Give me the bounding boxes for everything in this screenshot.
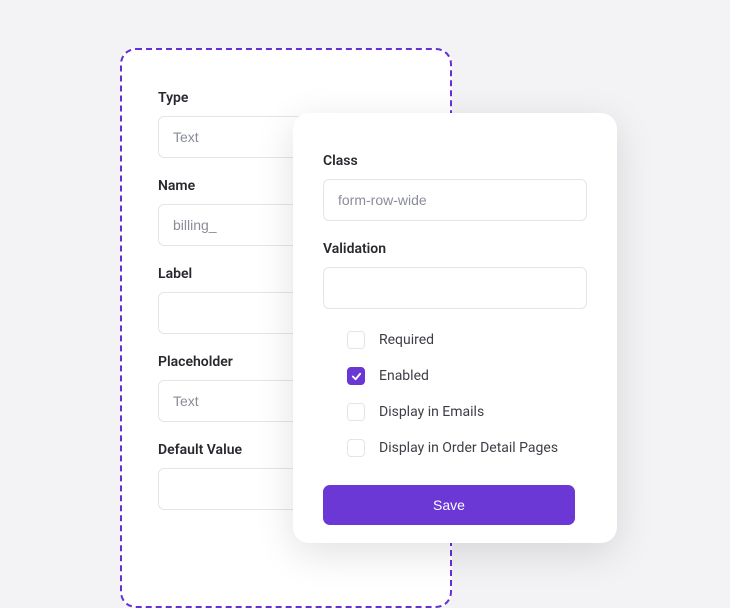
class-label: Class: [323, 153, 587, 169]
required-checkbox-row: Required: [347, 331, 587, 349]
enabled-checkbox-row: Enabled: [347, 367, 587, 385]
display-emails-checkbox[interactable]: [347, 403, 365, 421]
display-order-detail-checkbox-row: Display in Order Detail Pages: [347, 439, 587, 457]
enabled-checkbox[interactable]: [347, 367, 365, 385]
class-input[interactable]: [323, 179, 587, 221]
field-config-panel-front: Class Validation Required Enabled Displa…: [293, 113, 617, 543]
checkmark-icon: [351, 371, 362, 382]
required-checkbox-label: Required: [379, 332, 434, 348]
validation-label: Validation: [323, 241, 587, 257]
class-field-group: Class: [323, 153, 587, 221]
type-label: Type: [158, 90, 414, 106]
display-emails-checkbox-row: Display in Emails: [347, 403, 587, 421]
validation-input[interactable]: [323, 267, 587, 309]
checkbox-group: Required Enabled Display in Emails Displ…: [323, 331, 587, 457]
display-order-detail-checkbox[interactable]: [347, 439, 365, 457]
required-checkbox[interactable]: [347, 331, 365, 349]
save-button[interactable]: Save: [323, 485, 575, 525]
enabled-checkbox-label: Enabled: [379, 368, 429, 384]
display-order-detail-checkbox-label: Display in Order Detail Pages: [379, 440, 558, 456]
display-emails-checkbox-label: Display in Emails: [379, 404, 484, 420]
validation-field-group: Validation: [323, 241, 587, 309]
